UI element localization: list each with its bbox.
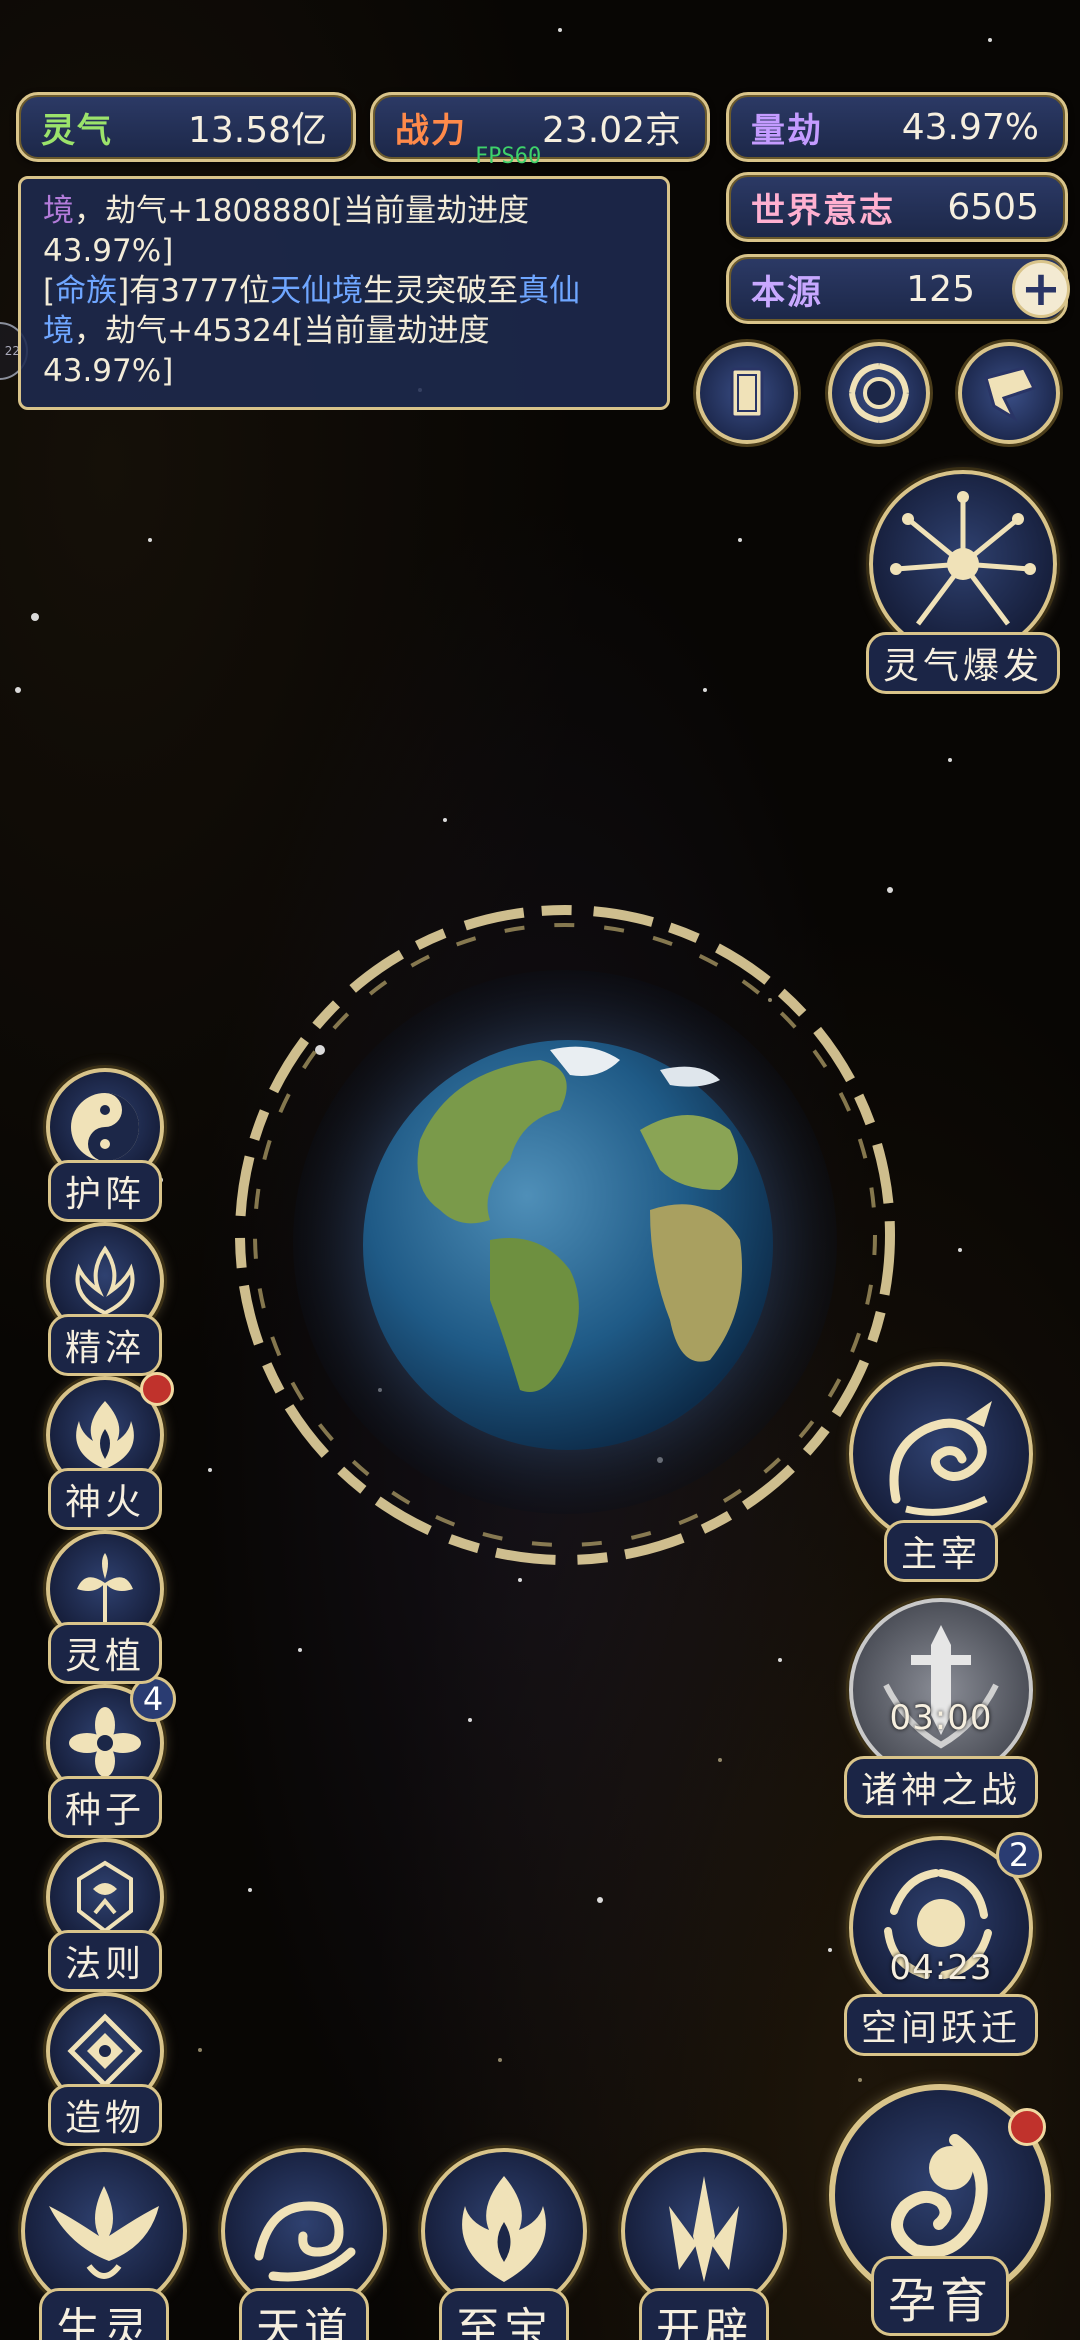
zao-wu-button[interactable]: 造物: [40, 1992, 170, 2146]
zhu-shen-zhi-zhan-button[interactable]: 03:00 诸神之战: [836, 1598, 1046, 1818]
hu-zhen-label: 护阵: [47, 1160, 162, 1222]
lingqi-burst-button[interactable]: 灵气爆发: [858, 470, 1068, 694]
zhu-zai-label: 主宰: [883, 1520, 998, 1582]
event-log-panel[interactable]: 境，劫气+1808880[当前量劫进度 43.97%] [命族]有3777位天仙…: [18, 176, 670, 410]
log-line: 境，劫气+45324[当前量劫进度: [43, 313, 490, 349]
sword-icon: [849, 1598, 1033, 1782]
zhu-shen-label: 诸神之战: [843, 1756, 1038, 1818]
zao-wu-label: 造物: [47, 2084, 162, 2146]
card-button[interactable]: [696, 342, 798, 444]
shen-huo-label: 神火: [47, 1468, 162, 1530]
zhanli-label: 战力: [395, 110, 467, 151]
burst-star-icon: [890, 491, 1036, 626]
planet-view[interactable]: [220, 890, 910, 1590]
shijie-value: 6505: [947, 186, 1039, 228]
jing-cui-button[interactable]: 精淬: [40, 1222, 170, 1376]
zhong-zi-label: 种子: [47, 1776, 162, 1838]
notification-dot: [140, 1372, 174, 1406]
benyuan-label: 本源: [751, 272, 823, 313]
lingqi-value: 13.58亿: [187, 110, 327, 151]
benyuan-value: 125: [906, 268, 975, 310]
vortex-button[interactable]: [828, 342, 930, 444]
zhu-zai-button[interactable]: 主宰: [836, 1362, 1046, 1582]
hu-zhen-button[interactable]: 护阵: [40, 1068, 170, 1222]
plus-icon: +: [1020, 261, 1062, 317]
lingqi-label: 灵气: [41, 110, 113, 151]
shijie-stat: 世界意志 6505: [726, 172, 1068, 242]
fa-ze-button[interactable]: 法则: [40, 1838, 170, 1992]
liangjie-stat: 量劫 43.97%: [726, 92, 1068, 162]
burst-label: 灵气爆发: [865, 632, 1060, 694]
nav-sheng-ling-label: 生灵: [39, 2288, 169, 2340]
kong-jian-yue-qian-button[interactable]: 2 04:23 空间跃迁: [836, 1832, 1046, 2056]
nav-zhi-bao[interactable]: 至宝: [414, 2148, 594, 2340]
zhanli-value: 23.02京: [541, 110, 681, 151]
nav-kai-pi-label: 开辟: [639, 2288, 769, 2340]
shijie-label: 世界意志: [751, 190, 895, 231]
liangjie-label: 量劫: [751, 110, 823, 151]
kong-jian-timer: 04:23: [889, 1948, 993, 1988]
earth-globe: [363, 1040, 773, 1450]
nav-sheng-ling[interactable]: 生灵: [14, 2148, 194, 2340]
nav-kai-pi[interactable]: 开辟: [614, 2148, 794, 2340]
liangjie-value: 43.97%: [901, 106, 1039, 148]
add-benyuan-button[interactable]: +: [1012, 260, 1070, 318]
shen-huo-button[interactable]: 神火: [40, 1372, 174, 1530]
yunyu-notification-dot: [1008, 2108, 1046, 2146]
flag-icon: [984, 366, 1037, 422]
kongjian-count-badge: 2: [996, 1832, 1042, 1878]
ling-zhi-button[interactable]: 灵植: [40, 1530, 170, 1684]
flag-button[interactable]: [958, 342, 1060, 444]
zhong-zi-button[interactable]: 4 种子: [40, 1676, 176, 1838]
jing-cui-label: 精淬: [47, 1314, 162, 1376]
lingqi-stat: 灵气 13.58亿: [16, 92, 356, 162]
fps-counter: FPS60: [475, 144, 542, 169]
ling-zhi-label: 灵植: [47, 1622, 162, 1684]
zhu-shen-timer: 03:00: [889, 1698, 993, 1738]
yun-yu-label: 孕育: [870, 2256, 1009, 2336]
kong-jian-label: 空间跃迁: [843, 1994, 1038, 2056]
card-icon: [730, 367, 764, 419]
dragon-icon: [849, 1362, 1033, 1546]
vortex-icon: [849, 363, 909, 423]
log-line: [命族]有3777位天仙境生灵突破至真仙: [43, 273, 581, 309]
yun-yu-button[interactable]: 孕育: [820, 2084, 1060, 2336]
fa-ze-label: 法则: [47, 1930, 162, 1992]
nav-tian-dao[interactable]: 天道: [214, 2148, 394, 2340]
nav-tian-dao-label: 天道: [239, 2288, 369, 2340]
log-line: 43.97%]: [43, 353, 174, 389]
nav-zhi-bao-label: 至宝: [439, 2288, 569, 2340]
log-line: 43.97%]: [43, 233, 174, 269]
log-line: 境，劫气+1808880[当前量劫进度: [43, 193, 530, 229]
burst-emblem: [869, 470, 1057, 658]
